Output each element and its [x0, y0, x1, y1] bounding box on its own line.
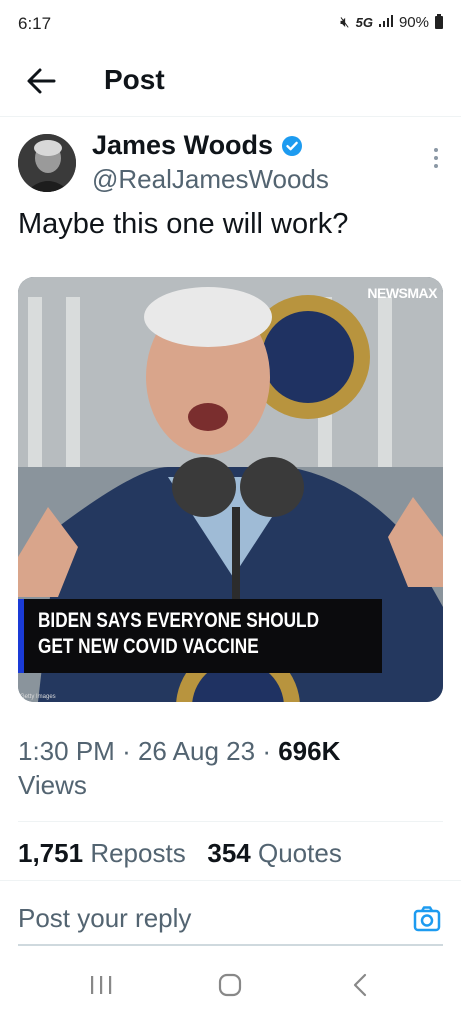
author-name[interactable]: James Woods — [92, 130, 273, 161]
author-handle[interactable]: @RealJamesWoods — [92, 164, 329, 195]
back-arrow-icon[interactable] — [24, 64, 58, 98]
top-app-bar: Post — [0, 50, 461, 117]
verified-badge-icon — [282, 135, 303, 156]
more-options-icon[interactable] — [433, 148, 439, 172]
network-logo: NEWSMAX — [367, 285, 437, 301]
divider — [18, 821, 443, 822]
status-time: 6:17 — [18, 14, 52, 33]
reposts-stat[interactable]: 1,751 Reposts — [18, 838, 186, 868]
battery-icon — [435, 14, 443, 29]
status-indicators: 🔇︎ 5G 90% — [340, 14, 443, 31]
views-count: 696K — [278, 736, 341, 766]
meta-separator: · — [262, 736, 279, 766]
photo-credit: Getty Images — [20, 694, 56, 700]
reposts-count: 1,751 — [18, 838, 84, 868]
battery-percent: 90% — [398, 14, 429, 31]
home-icon[interactable] — [217, 972, 243, 998]
reply-input[interactable]: Post your reply — [18, 903, 191, 934]
engagement-stats: 1,751 Reposts 354 Quotes — [18, 838, 342, 869]
camera-icon[interactable] — [413, 905, 441, 933]
avatar[interactable] — [18, 134, 76, 192]
quotes-stat[interactable]: 354 Quotes — [207, 838, 341, 868]
system-nav-bar — [0, 958, 461, 1024]
page-title: Post — [104, 64, 165, 95]
status-bar: 6:17 🔇︎ 5G 90% — [0, 0, 461, 50]
post-time[interactable]: 1:30 PM — [18, 736, 115, 766]
news-caption: BIDEN SAYS EVERYONE SHOULD GET NEW COVID… — [18, 599, 382, 673]
network-label: 5G — [355, 15, 373, 30]
caption-line-2: GET NEW COVID VACCINE — [38, 635, 259, 658]
author-block: James Woods @RealJamesWoods — [18, 130, 443, 200]
system-back-icon[interactable] — [350, 972, 370, 998]
post-text: Maybe this one will work? — [18, 208, 349, 240]
quotes-label: Quotes — [258, 838, 342, 868]
caption-line-1: BIDEN SAYS EVERYONE SHOULD — [38, 609, 320, 632]
post-image[interactable]: NEWSMAX BIDEN SAYS EVERYONE SHOULD GET N… — [18, 277, 443, 702]
post-meta: 1:30 PM · 26 Aug 23 · 696K Views — [18, 734, 438, 802]
caption-text: BIDEN SAYS EVERYONE SHOULD GET NEW COVID… — [38, 608, 320, 660]
reply-underline — [18, 944, 443, 946]
post-date[interactable]: 26 Aug 23 — [138, 736, 255, 766]
mute-icon: 🔇︎ — [340, 14, 350, 31]
reposts-label: Reposts — [90, 838, 186, 868]
author-name-row[interactable]: James Woods — [92, 130, 303, 161]
views-label: Views — [18, 770, 87, 800]
meta-separator: · — [122, 736, 138, 766]
reply-bar: Post your reply — [0, 880, 461, 947]
signal-icon — [378, 14, 393, 31]
quotes-count: 354 — [207, 838, 251, 868]
recent-apps-icon[interactable] — [88, 972, 114, 998]
